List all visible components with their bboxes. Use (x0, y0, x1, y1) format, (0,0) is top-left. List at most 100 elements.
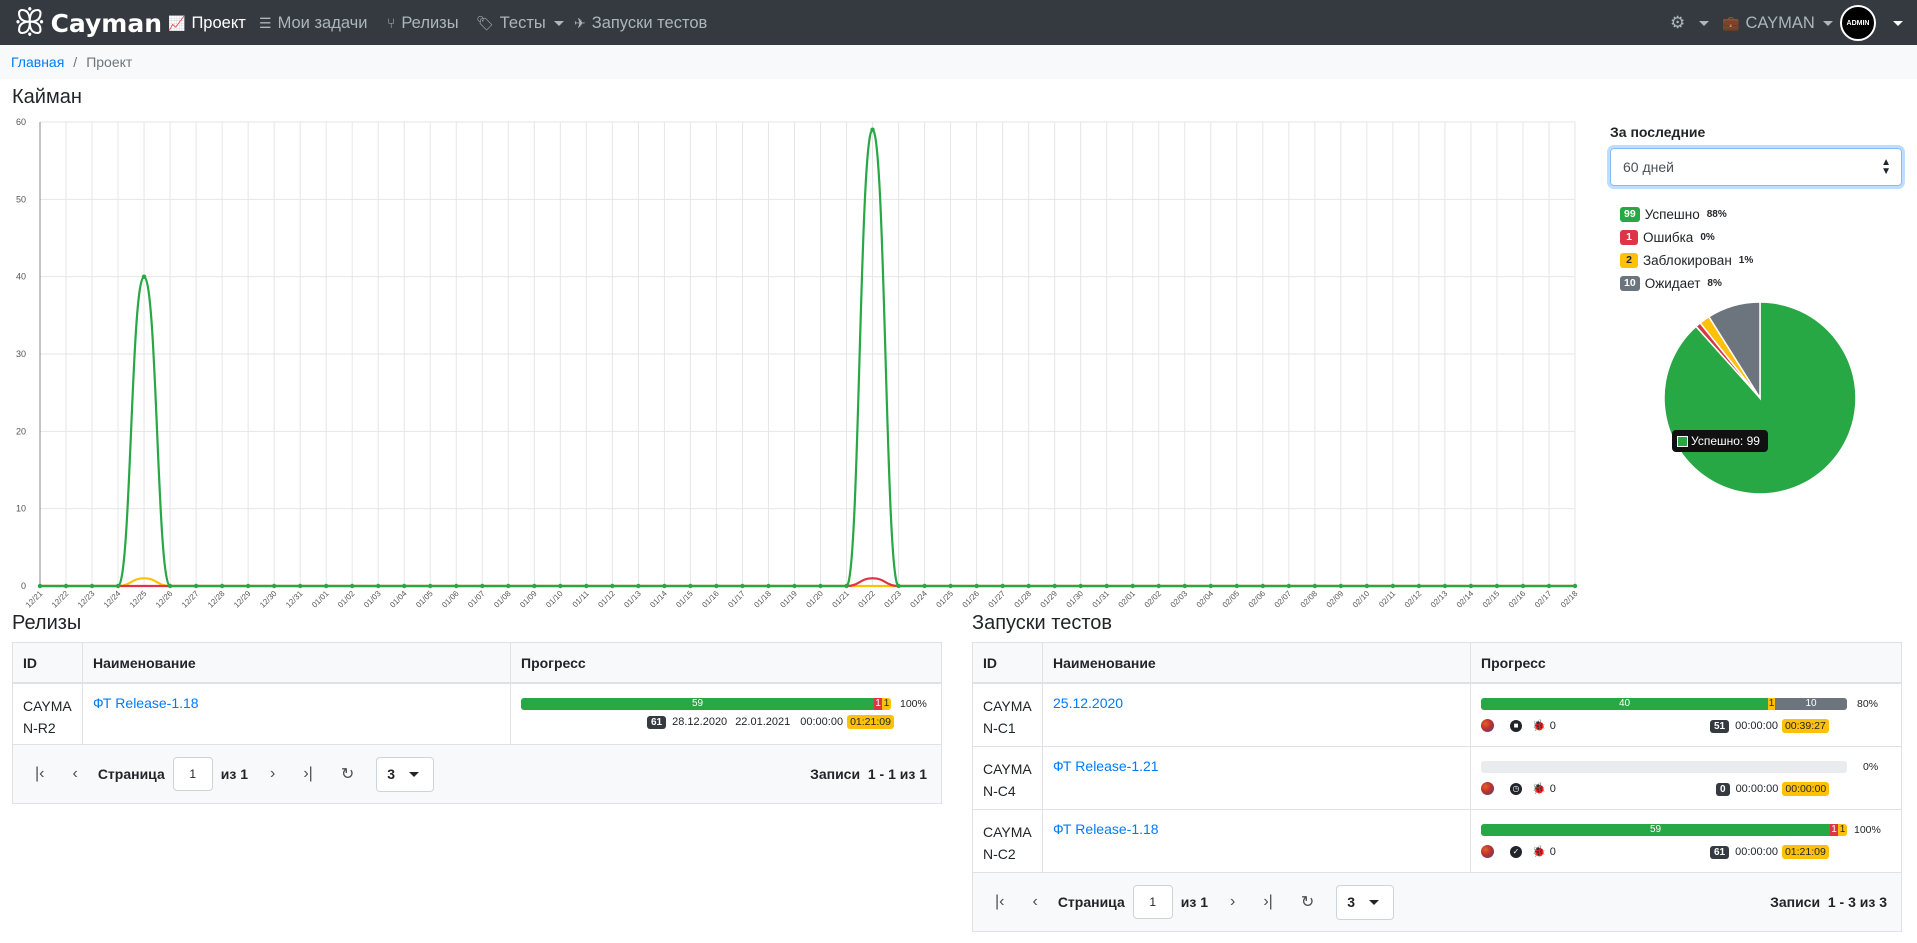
column-header-id[interactable]: ID (973, 643, 1043, 682)
elapsed-time: 00:00:00 (1735, 846, 1778, 858)
run-id: CAYMAN-C1 (973, 684, 1043, 746)
period-select[interactable]: 60 дней ▲ ▼ (1610, 148, 1902, 186)
data-point (1520, 583, 1526, 589)
legend-item-failed: 1 Ошибка 0% (1620, 226, 1902, 249)
next-page-icon[interactable]: › (270, 765, 275, 783)
page-size-select[interactable]: 3 (376, 756, 435, 792)
releases-table: ID Наименование Прогресс CAYMAN-R2 ФТ Re… (12, 642, 942, 804)
x-tick-label: 02/12 (1403, 589, 1424, 610)
x-tick-label: 01/21 (830, 589, 851, 610)
nav-item-test-runs[interactable]: ✈ Запуски тестов (574, 12, 707, 34)
data-point (1104, 583, 1109, 589)
plane-icon: ✈ (574, 14, 586, 31)
gears-icon: ⚙ (1670, 13, 1686, 32)
bar-blocked: 1 (882, 698, 891, 710)
x-tick-label: 01/30 (1065, 589, 1086, 610)
x-tick-label: 02/14 (1455, 589, 1476, 610)
last-page-icon[interactable]: ›| (303, 765, 312, 783)
period-label: За последние (1610, 124, 1706, 140)
x-tick-label: 02/02 (1143, 589, 1164, 610)
prev-page-icon[interactable]: ‹ (1032, 893, 1037, 911)
data-point (193, 583, 199, 589)
data-point (714, 583, 719, 589)
first-page-icon[interactable]: |‹ (995, 893, 1004, 911)
data-point (1312, 583, 1318, 589)
x-tick-label: 02/07 (1273, 589, 1294, 610)
x-tick-label: 01/12 (596, 589, 617, 610)
last-page-icon[interactable]: ›| (1263, 893, 1272, 911)
table-row: CAYMAN-C4 ФТ Release-1.21 0% ◷ 🐞 0 0 00:… (973, 747, 1901, 810)
stop-icon[interactable]: ■ (1510, 719, 1522, 732)
data-point (1364, 583, 1370, 589)
data-point (63, 583, 69, 589)
data-point (141, 274, 147, 279)
breadcrumb-home[interactable]: Главная (11, 54, 64, 70)
x-tick-label: 01/20 (804, 589, 825, 610)
column-header-progress[interactable]: Прогресс (511, 643, 941, 682)
nav-item-project[interactable]: 📈 Проект (168, 12, 246, 34)
x-tick-label: 01/01 (310, 589, 331, 610)
start-date: 28.12.2020 (672, 716, 728, 728)
page-input[interactable]: 1 (1132, 885, 1173, 919)
chevron-down-icon (553, 20, 564, 26)
check-circle-icon[interactable]: ✓ (1510, 845, 1522, 858)
browser-icon (1481, 719, 1494, 732)
page-input[interactable]: 1 (172, 757, 213, 791)
x-tick-label: 01/09 (518, 589, 539, 610)
x-tick-label: 01/02 (336, 589, 357, 610)
elapsed-time: 00:00:00 (1735, 720, 1778, 732)
name-cell: ФТ Release-1.18 (1043, 810, 1471, 872)
brand[interactable]: ꕥ Cayman (14, 4, 162, 42)
refresh-icon[interactable]: ↻ (341, 764, 354, 784)
release-link[interactable]: ФТ Release-1.18 (93, 695, 199, 711)
data-point (376, 583, 381, 589)
nav-item-my-tasks[interactable]: ☰ Мои задачи (259, 12, 367, 34)
data-point (1182, 583, 1187, 589)
end-date: 22.01.2021 (735, 716, 791, 728)
nav-item-tests[interactable]: 🏷 Тесты (476, 12, 564, 34)
progress-cell: 59 1 1 100% ✓ 🐞 0 61 00:00:00 01:21:09 (1471, 810, 1901, 872)
run-link[interactable]: 25.12.2020 (1053, 695, 1123, 711)
bug-icon: 🐞 (1532, 720, 1546, 732)
lizard-logo-icon: ꕥ (14, 4, 46, 42)
tags-icon: 🏷 (476, 14, 494, 31)
next-page-icon[interactable]: › (1230, 893, 1235, 911)
stats-panel: За последние 60 дней ▲ ▼ 99 Успешно 88% 1 Ош… (1610, 124, 1902, 295)
data-point (1052, 583, 1057, 589)
project-selector[interactable]: 💼 CAYMAN (1722, 12, 1833, 34)
series-line (40, 577, 1575, 588)
settings-menu[interactable]: ⚙ (1670, 12, 1710, 34)
x-tick-label: 01/03 (362, 589, 383, 610)
column-header-name[interactable]: Наименование (83, 643, 511, 682)
column-header-name[interactable]: Наименование (1043, 643, 1471, 682)
first-page-icon[interactable]: |‹ (35, 765, 44, 783)
user-avatar[interactable]: ADMIN (1840, 5, 1876, 41)
x-tick-label: 12/28 (206, 589, 227, 610)
page-size-select[interactable]: 3 (1336, 884, 1395, 920)
clock-icon[interactable]: ◷ (1510, 782, 1522, 795)
run-link[interactable]: ФТ Release-1.21 (1053, 758, 1159, 774)
data-point (1260, 583, 1265, 589)
nav-item-releases[interactable]: ⑂ Релизы (387, 12, 459, 34)
chevron-down-icon[interactable] (1893, 21, 1903, 26)
duration-badge: 00:00:00 (1782, 782, 1830, 796)
records-count: Записи 1 - 3 из 3 (1770, 894, 1887, 910)
total-badge: 61 (647, 715, 667, 729)
data-point (974, 583, 979, 589)
run-link[interactable]: ФТ Release-1.18 (1053, 821, 1159, 837)
prev-page-icon[interactable]: ‹ (72, 765, 77, 783)
column-header-id[interactable]: ID (13, 643, 83, 682)
x-tick-label: 01/08 (492, 589, 513, 610)
column-header-progress[interactable]: Прогресс (1471, 643, 1901, 682)
refresh-icon[interactable]: ↻ (1301, 892, 1314, 912)
x-tick-label: 02/08 (1299, 589, 1320, 610)
progress-percent: 100% (1854, 824, 1881, 836)
run-icons: ■ 🐞 0 (1481, 719, 1556, 732)
tasks-icon: ☰ (259, 14, 272, 31)
data-point (1572, 583, 1578, 589)
data-point (740, 583, 745, 589)
pagination: |‹ ‹ Страница 1 из 1 › ›| ↻ 3 Записи 1 -… (13, 745, 941, 803)
table-row: CAYMAN-C1 25.12.2020 40 1 10 80% ■ 🐞 0 5… (973, 684, 1901, 747)
records-count: Записи 1 - 1 из 1 (810, 766, 927, 782)
run-id: CAYMAN-C2 (973, 810, 1043, 872)
